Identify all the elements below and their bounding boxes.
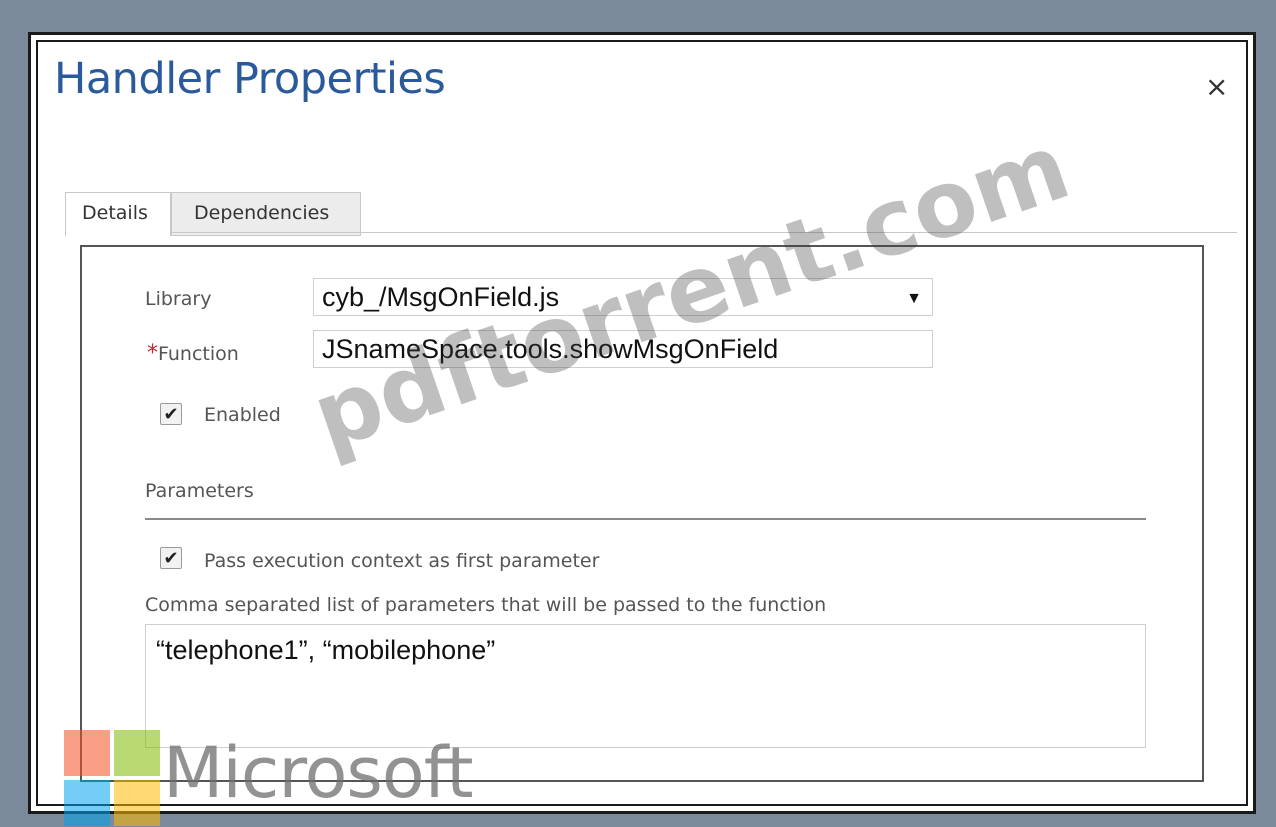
- microsoft-logo: [64, 730, 160, 826]
- dialog-title: Handler Properties: [54, 54, 446, 104]
- params-textarea[interactable]: “telephone1”, “mobilephone”: [145, 624, 1146, 748]
- checkmark-icon: ✔: [163, 404, 179, 424]
- logo-square-yellow: [114, 780, 160, 826]
- enabled-checkbox[interactable]: ✔: [160, 403, 182, 425]
- function-input[interactable]: [313, 330, 933, 368]
- tab-divider: [171, 232, 1237, 233]
- function-label-row: *Function: [147, 341, 239, 366]
- pass-context-checkbox[interactable]: ✔: [160, 547, 182, 569]
- parameters-divider: [145, 518, 1146, 520]
- close-icon[interactable]: ×: [1205, 70, 1228, 103]
- logo-square-blue: [64, 780, 110, 826]
- tab-details[interactable]: Details: [65, 192, 171, 236]
- logo-square-red: [64, 730, 110, 776]
- library-label: Library: [145, 288, 212, 310]
- required-marker: *: [147, 341, 158, 366]
- library-value: cyb_/MsgOnField.js: [322, 282, 560, 312]
- params-list-label: Comma separated list of parameters that …: [145, 594, 827, 616]
- enabled-label: Enabled: [204, 404, 281, 426]
- function-label: Function: [158, 343, 239, 365]
- chevron-down-icon[interactable]: ▼: [906, 281, 922, 317]
- pass-context-label: Pass execution context as first paramete…: [204, 550, 600, 572]
- tab-bar: Details Dependencies: [65, 192, 361, 236]
- library-dropdown[interactable]: cyb_/MsgOnField.js ▼: [313, 278, 933, 316]
- checkmark-icon: ✔: [163, 548, 179, 568]
- logo-square-green: [114, 730, 160, 776]
- microsoft-wordmark: Microsoft: [163, 732, 474, 814]
- tab-dependencies[interactable]: Dependencies: [171, 192, 361, 236]
- parameters-heading: Parameters: [145, 480, 254, 502]
- function-input-field[interactable]: [322, 331, 932, 368]
